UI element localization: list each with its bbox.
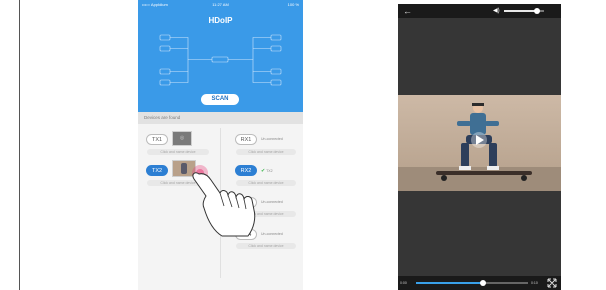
- tx1-thumbnail[interactable]: ◎: [172, 131, 192, 146]
- tx1-button[interactable]: TX1: [146, 134, 168, 145]
- devices-found-label: Devices are found: [138, 112, 303, 124]
- status-time: 11:27 AM: [212, 2, 229, 7]
- rx1-name-field[interactable]: Click and name device: [236, 149, 296, 155]
- seek-bar[interactable]: [416, 280, 528, 286]
- seek-knob[interactable]: [480, 280, 487, 286]
- fullscreen-icon[interactable]: [546, 277, 558, 289]
- player-controls: 0:00 0:10: [398, 276, 561, 290]
- topology-header: HDoIP SCAN: [138, 10, 303, 112]
- tx1-name-field[interactable]: Click and name device: [147, 149, 209, 155]
- battery-label: 100 %: [287, 2, 299, 7]
- player-top-bar: ← ◀): [398, 4, 561, 18]
- remaining-time: 0:10: [531, 281, 538, 285]
- rx1-status: Un-connected: [261, 137, 283, 141]
- border-line: [19, 0, 20, 290]
- hand-pointer-icon: [192, 165, 256, 237]
- back-arrow-icon[interactable]: ←: [403, 4, 412, 18]
- volume-slider[interactable]: [504, 8, 544, 14]
- rx4-name-field[interactable]: Click and name device: [236, 243, 296, 249]
- seek-progress: [416, 282, 484, 284]
- rx1-button[interactable]: RX1: [235, 134, 257, 145]
- video-frame[interactable]: [398, 95, 561, 191]
- volume-knob[interactable]: [534, 8, 540, 14]
- hdoip-app-screen: ••••○ AppIdium 11:27 AM 100 % HDoIP SCAN…: [138, 0, 303, 290]
- volume-level: [504, 10, 537, 12]
- elapsed-time: 0:00: [400, 281, 407, 285]
- scan-button[interactable]: SCAN: [201, 94, 239, 105]
- video-player[interactable]: ← ◀) 0:00 0:10: [398, 4, 561, 290]
- volume-icon[interactable]: ◀): [493, 4, 500, 18]
- status-bar: ••••○ AppIdium 11:27 AM 100 %: [138, 0, 303, 10]
- tx2-button[interactable]: TX2: [146, 165, 168, 176]
